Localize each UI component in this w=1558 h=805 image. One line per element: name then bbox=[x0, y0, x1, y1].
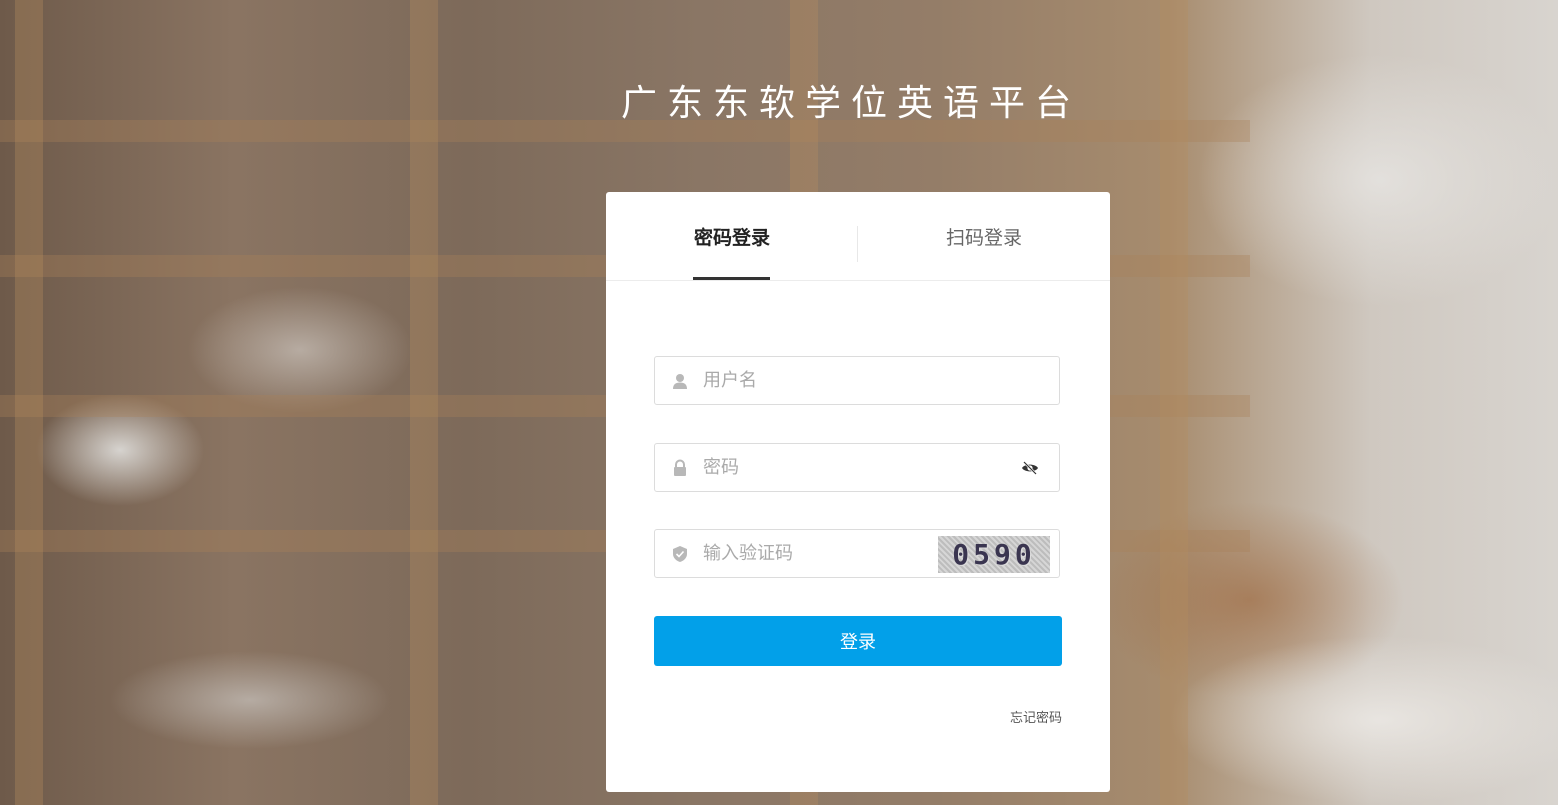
captcha-text: 0590 bbox=[952, 538, 1036, 571]
login-button[interactable]: 登录 bbox=[654, 616, 1062, 666]
login-card: 密码登录 扫码登录 0590 登录 bbox=[606, 192, 1110, 792]
password-input[interactable] bbox=[703, 444, 1003, 491]
username-field bbox=[654, 356, 1060, 405]
login-tabs: 密码登录 扫码登录 bbox=[606, 192, 1110, 281]
captcha-image[interactable]: 0590 bbox=[938, 536, 1050, 573]
eye-slash-icon[interactable] bbox=[1021, 459, 1039, 477]
page-title: 广东东软学位英语平台 bbox=[620, 83, 1081, 124]
password-field bbox=[654, 443, 1060, 492]
lock-icon bbox=[674, 459, 686, 476]
captcha-field: 0590 bbox=[654, 529, 1060, 578]
user-icon bbox=[673, 374, 687, 389]
shield-check-icon bbox=[673, 546, 687, 562]
active-tab-indicator bbox=[693, 277, 770, 280]
tab-password-login[interactable]: 密码登录 bbox=[606, 192, 858, 280]
username-input[interactable] bbox=[703, 357, 1003, 404]
tab-qrcode-login[interactable]: 扫码登录 bbox=[858, 192, 1110, 280]
forgot-password-link[interactable]: 忘记密码 bbox=[1010, 707, 1062, 726]
